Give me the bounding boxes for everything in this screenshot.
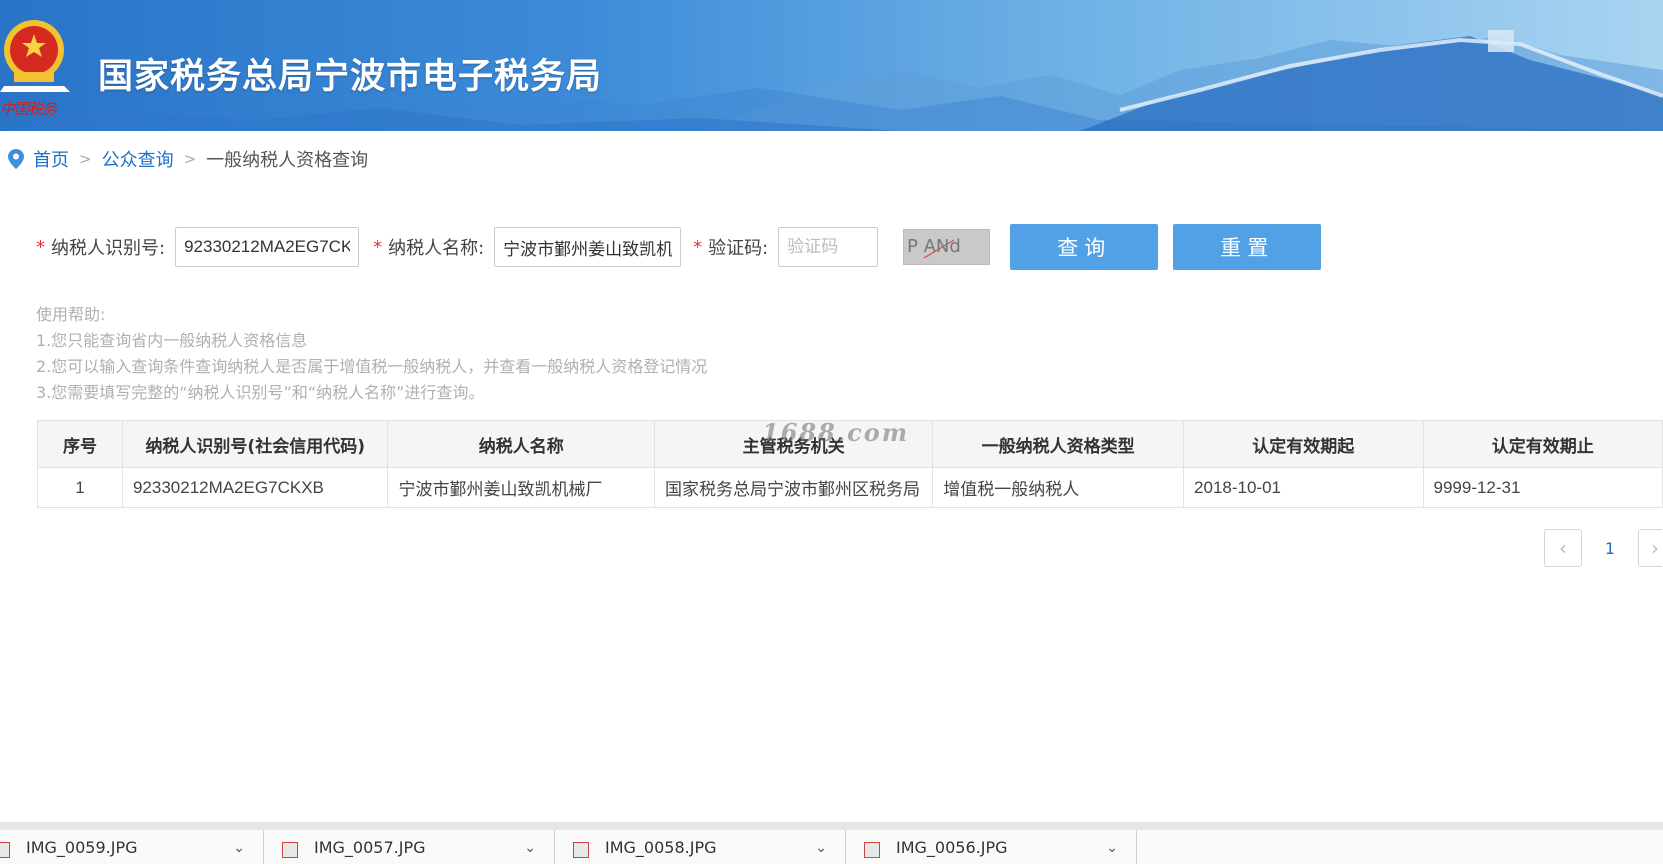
col-header-taxpayer-id: 纳税人识别号(社会信用代码) (121, 420, 389, 468)
cell-qualification-type: 增值税一般纳税人 (932, 467, 1185, 508)
captcha-input[interactable] (778, 227, 879, 267)
chevron-down-icon[interactable]: ⌄ (233, 840, 245, 856)
help-title: 使用帮助: (36, 305, 106, 324)
chevron-down-icon[interactable]: ⌄ (815, 840, 827, 856)
slogan-logo-text: 中国税务 (0, 100, 57, 118)
breadcrumb-public-query-link[interactable]: 公众查询 (102, 146, 174, 172)
download-item[interactable]: IMG_0057.JPG ⌄ (264, 830, 555, 864)
cell-valid-from: 2018-10-01 (1183, 467, 1424, 508)
col-header-qualification-type: 一般纳税人资格类型 (932, 420, 1185, 468)
chevron-down-icon[interactable]: ⌄ (524, 840, 536, 856)
page-number-current[interactable]: 1 (1582, 539, 1638, 558)
download-file-name: IMG_0056.JPG (896, 838, 1008, 857)
taxpayer-id-input[interactable] (175, 227, 360, 267)
image-file-icon (0, 842, 10, 858)
download-item[interactable]: IMG_0058.JPG ⌄ (555, 830, 846, 864)
reset-button[interactable]: 重置 (1173, 224, 1322, 270)
breadcrumb-separator: > (79, 150, 92, 168)
captcha-glyphs: P ANd (907, 236, 961, 259)
download-file-name: IMG_0057.JPG (314, 838, 426, 857)
watermark: 1688.com (762, 418, 910, 447)
required-mark: * (36, 236, 45, 258)
chevron-left-icon: ‹ (1559, 536, 1567, 560)
taxpayer-id-label: 纳税人识别号: (51, 238, 166, 259)
captcha-label: 验证码: (708, 238, 769, 259)
required-mark: * (373, 236, 383, 258)
cell-index: 1 (37, 467, 123, 508)
pagination: ‹ 1 › (1544, 529, 1662, 567)
site-title: 国家税务总局宁波市电子税务局 (98, 57, 603, 97)
col-header-valid-to: 认定有效期止 (1422, 420, 1663, 468)
chevron-down-icon[interactable]: ⌄ (1106, 840, 1118, 856)
col-header-index: 序号 (37, 420, 123, 468)
next-page-button[interactable]: › (1638, 529, 1662, 567)
help-line: 2.您可以输入查询条件查询纳税人是否属于增值税一般纳税人，并查看一般纳税人资格登… (36, 357, 708, 376)
col-header-valid-from: 认定有效期起 (1183, 420, 1424, 468)
col-header-taxpayer-name: 纳税人名称 (387, 420, 655, 468)
downloads-bar: IMG_0059.JPG ⌄ IMG_0057.JPG ⌄ IMG_0058.J… (0, 822, 1663, 864)
search-form: * 纳税人识别号: * 纳税人名称: * 验证码: P ANd 查询 重置 (36, 224, 1322, 270)
breadcrumb-home-link[interactable]: 首页 (33, 146, 69, 172)
query-button[interactable]: 查询 (1010, 224, 1159, 270)
download-file-name: IMG_0058.JPG (605, 838, 717, 857)
download-file-name: IMG_0059.JPG (26, 838, 138, 857)
download-item[interactable]: IMG_0059.JPG ⌄ (0, 830, 264, 864)
taxpayer-name-input[interactable] (494, 227, 682, 267)
prev-page-button[interactable]: ‹ (1544, 529, 1582, 567)
site-header: 中国税务 国家税务总局宁波市电子税务局 (0, 0, 1663, 131)
help-line: 1.您只能查询省内一般纳税人资格信息 (36, 331, 308, 350)
breadcrumb-current: 一般纳税人资格查询 (206, 150, 369, 171)
taxpayer-name-label: 纳税人名称: (388, 238, 485, 259)
chevron-right-icon: › (1651, 536, 1659, 560)
cell-tax-authority: 国家税务总局宁波市鄞州区税务局 (653, 467, 934, 508)
cell-taxpayer-name: 宁波市鄞州姜山致凯机械厂 (387, 467, 655, 508)
captcha-image[interactable]: P ANd (903, 229, 991, 265)
image-file-icon (573, 842, 589, 858)
captcha-glyph-text: P ANd (907, 236, 961, 257)
cell-taxpayer-id: 92330212MA2EG7CKXB (121, 467, 389, 508)
help-text: 使用帮助: 1.您只能查询省内一般纳税人资格信息 2.您可以输入查询条件查询纳税… (36, 302, 707, 406)
image-file-icon (864, 842, 880, 858)
breadcrumb: 首页 > 公众查询 > 一般纳税人资格查询 (8, 146, 368, 172)
cell-valid-to: 9999-12-31 (1422, 467, 1663, 508)
national-emblem-logo (0, 20, 70, 92)
download-item[interactable]: IMG_0056.JPG ⌄ (846, 830, 1137, 864)
table-row: 1 92330212MA2EG7CKXB 宁波市鄞州姜山致凯机械厂 国家税务总局… (37, 467, 1663, 508)
image-file-icon (282, 842, 298, 858)
breadcrumb-separator: > (183, 150, 197, 168)
required-mark: * (693, 236, 703, 258)
location-pin-icon (8, 149, 24, 169)
help-line: 3.您需要填写完整的“纳税人识别号”和“纳税人名称”进行查询。 (36, 383, 485, 402)
